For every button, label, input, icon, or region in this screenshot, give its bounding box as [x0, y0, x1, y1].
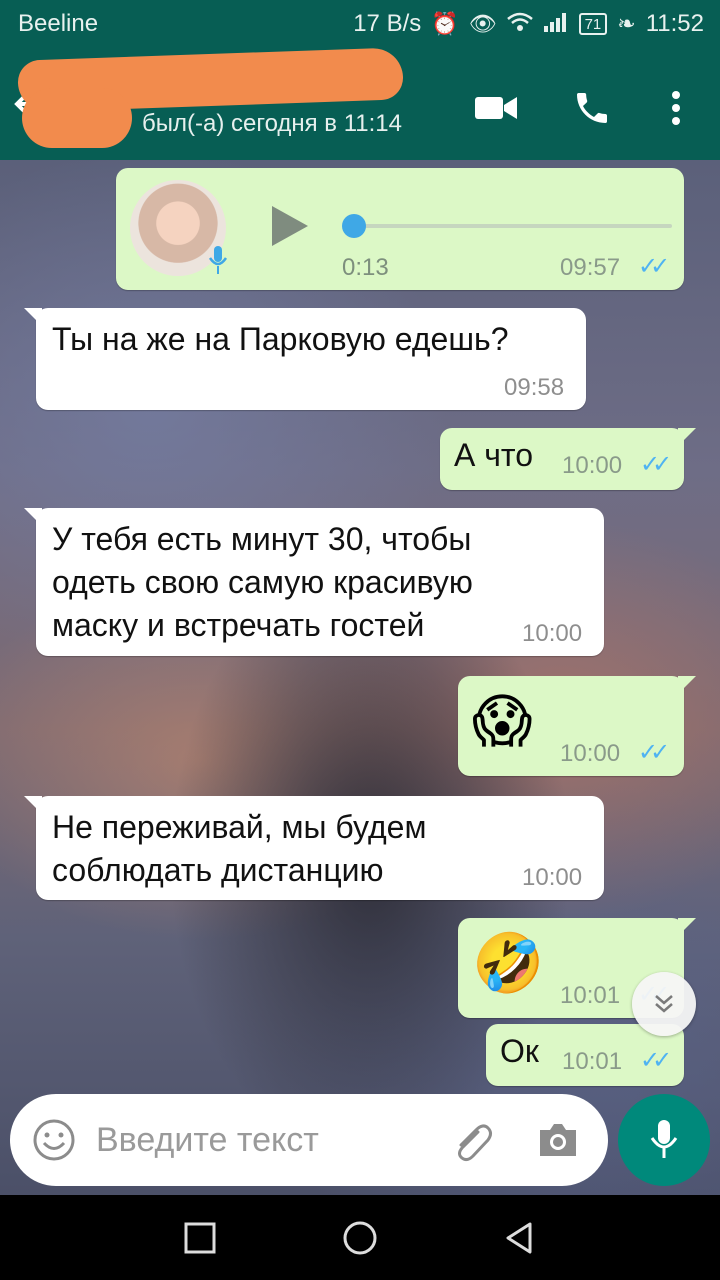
message-input[interactable]: Введите текст	[96, 1121, 319, 1160]
read-ticks-icon: ✓✓	[640, 1047, 672, 1074]
scroll-down-button[interactable]	[632, 972, 696, 1036]
network-speed: 17 B/s	[353, 10, 422, 37]
chat-header: был(-а) сегодня в 11:14	[0, 47, 720, 160]
message-input-bar[interactable]: Введите текст	[10, 1094, 608, 1186]
message-line: маску и встречать гостей	[52, 607, 425, 643]
status-bar: Beeline 17 B/s ⏰ 👁 71 ❧ 11:52	[0, 0, 720, 48]
voice-record-button[interactable]	[618, 1094, 710, 1186]
message-bubble-outgoing[interactable]: 😱 10:00 ✓✓	[458, 676, 696, 776]
message-time: 10:00	[522, 864, 583, 891]
message-line: одеть свою самую красивую	[52, 564, 473, 600]
redacted-avatar[interactable]	[22, 88, 132, 148]
more-vertical-icon[interactable]	[652, 84, 700, 132]
message-bubble-incoming[interactable]: У тебя есть минут 30, чтобы одеть свою с…	[24, 508, 604, 656]
message-time: 10:00	[560, 740, 621, 767]
message-time: 10:01	[560, 982, 621, 1009]
play-icon[interactable]	[272, 206, 308, 246]
battery-level: 71	[584, 15, 602, 33]
camera-icon[interactable]	[536, 1118, 580, 1167]
signal-icon	[543, 12, 569, 36]
bubble-tail	[678, 918, 696, 936]
audio-progress-knob[interactable]	[342, 214, 366, 238]
bubble-tail	[24, 308, 42, 326]
bubble-tail	[24, 796, 42, 814]
video-call-icon[interactable]	[472, 84, 520, 132]
battery-icon: 71	[578, 13, 608, 35]
fearful-emoji: 😱	[472, 687, 533, 755]
bubble-tail	[678, 428, 696, 446]
carrier-label: Beeline	[18, 10, 99, 37]
read-ticks-icon: ✓✓	[640, 451, 672, 478]
double-chevron-down-icon	[655, 995, 673, 1013]
eye-icon: 👁	[468, 11, 497, 36]
message-time: 09:58	[504, 374, 565, 401]
system-nav-bar	[0, 1196, 720, 1280]
message-line: У тебя есть минут 30, чтобы	[52, 521, 472, 557]
audio-progress-track[interactable]	[354, 224, 672, 228]
message-time: 10:00	[522, 620, 583, 647]
message-line: соблюдать дистанцию	[52, 852, 384, 888]
message-bubble-incoming[interactable]: Ты на же на Парковую едешь? 09:58	[24, 308, 586, 410]
last-seen-status: был(-а) сегодня в 11:14	[142, 110, 403, 137]
bubble-tail	[678, 676, 696, 694]
message-text: Ок	[500, 1033, 539, 1069]
status-right: 17 B/s ⏰ 👁 71 ❧ 11:52	[353, 10, 704, 38]
home-button[interactable]	[340, 1218, 380, 1258]
chat-area[interactable]: 0:13 09:57 ✓✓ Ты на же на Парковую едешь…	[0, 160, 720, 1195]
leaf-icon: ❧	[617, 11, 636, 36]
voice-duration: 0:13	[342, 254, 389, 281]
mic-icon	[650, 1120, 678, 1158]
message-time: 10:01	[562, 1048, 623, 1075]
emoji-icon[interactable]	[32, 1118, 76, 1167]
voice-message[interactable]: 0:13 09:57 ✓✓	[116, 168, 684, 290]
message-time: 10:00	[562, 452, 623, 479]
alarm-icon: ⏰	[431, 11, 459, 36]
recents-button[interactable]	[180, 1218, 220, 1258]
message-line: Не переживай, мы будем	[52, 809, 427, 845]
mic-small-icon	[208, 244, 228, 276]
wifi-icon	[506, 12, 533, 36]
bubble-tail	[24, 508, 42, 526]
phone-icon[interactable]	[568, 84, 616, 132]
message-bubble-outgoing[interactable]: А что 10:00 ✓✓	[440, 428, 696, 490]
back-button[interactable]	[500, 1218, 540, 1258]
message-bubble-incoming[interactable]: Не переживай, мы будем соблюдать дистанц…	[24, 796, 604, 900]
rolling-laughing-emoji: 🤣	[472, 929, 545, 997]
message-text: А что	[454, 437, 533, 473]
message-text: Ты на же на Парковую едешь?	[52, 321, 509, 357]
message-time: 09:57	[560, 254, 621, 281]
attach-icon[interactable]	[448, 1118, 496, 1171]
read-ticks-icon: ✓✓	[638, 739, 670, 766]
read-ticks-icon: ✓✓	[638, 253, 670, 280]
clock: 11:52	[645, 10, 704, 37]
